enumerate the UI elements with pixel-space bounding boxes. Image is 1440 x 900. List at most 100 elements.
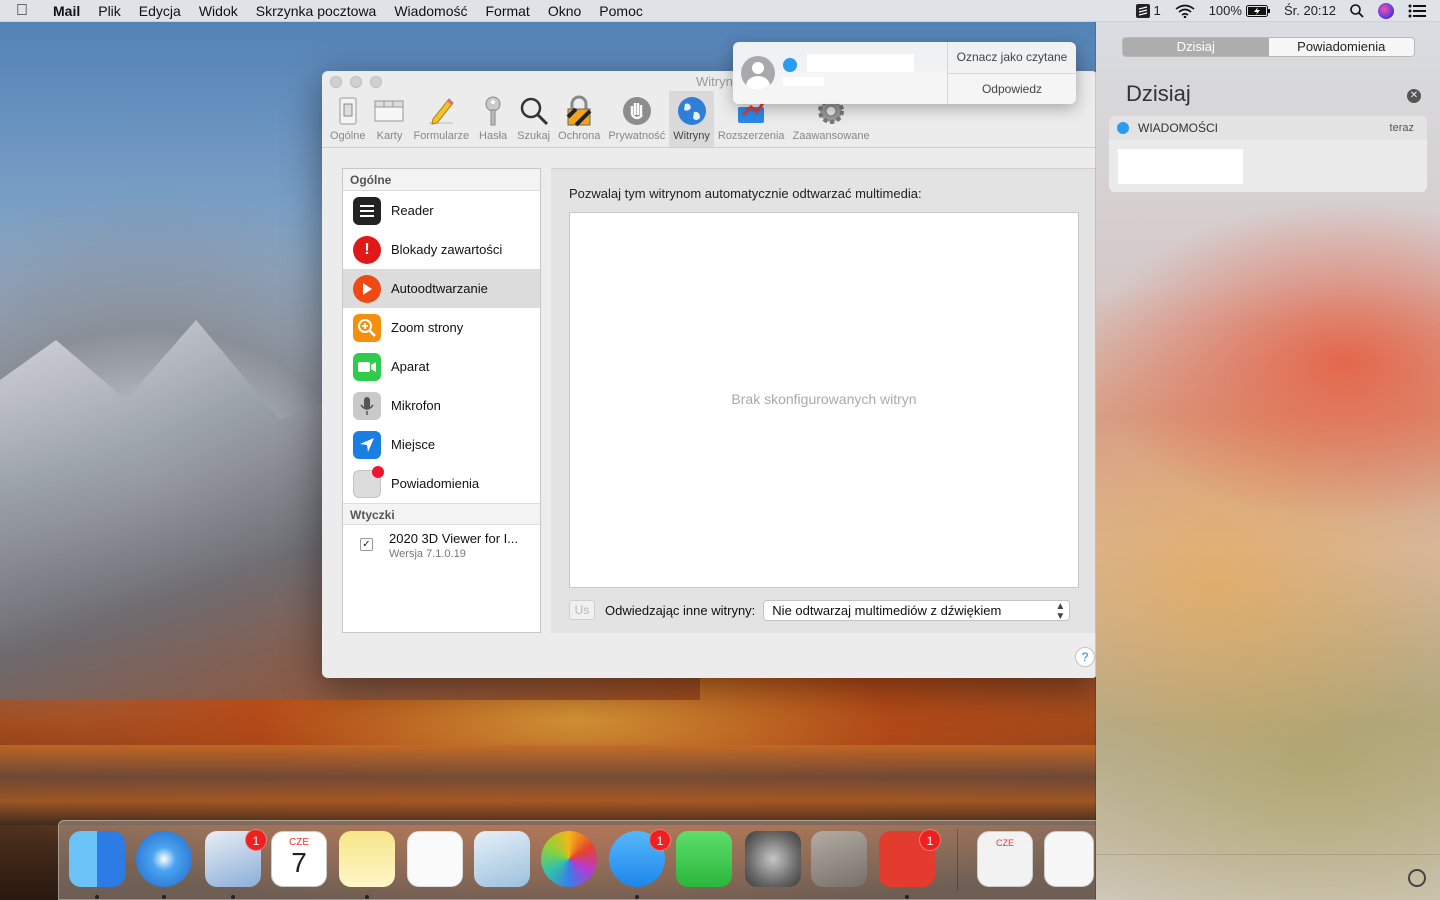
apple-menu-icon[interactable]:  <box>0 2 44 20</box>
calendar-icon[interactable]: CZE 7 <box>271 831 327 887</box>
tab-today[interactable]: Dzisiaj <box>1123 38 1269 56</box>
switch-icon <box>332 95 364 127</box>
sidebar-item-autoplay[interactable]: Autoodtwarzanie <box>343 269 540 308</box>
tab-general[interactable]: Ogólne <box>326 91 369 147</box>
menu-file[interactable]: Plik <box>89 3 130 19</box>
menu-message[interactable]: Wiadomość <box>385 3 476 19</box>
camera-icon <box>353 352 381 381</box>
settings-gear-icon[interactable] <box>1408 869 1426 887</box>
running-indicator <box>365 895 369 899</box>
contact-avatar <box>741 56 775 90</box>
zoom-window-button[interactable] <box>370 76 382 88</box>
sidebar-item-label: Mikrofon <box>391 398 441 413</box>
globe-icon <box>676 95 708 127</box>
banner-message-area[interactable] <box>733 42 947 104</box>
battery-status[interactable]: 100% <box>1209 3 1270 18</box>
system-preferences-icon[interactable] <box>745 831 801 887</box>
tab-privacy[interactable]: Prywatność <box>604 91 669 147</box>
notification-card[interactable]: WIADOMOŚCI teraz <box>1109 116 1427 192</box>
notifications-icon <box>353 465 384 498</box>
todoist-icon[interactable]: 1 <box>879 829 941 887</box>
notification-badge: 1 <box>649 829 671 851</box>
sidebar-item-reader[interactable]: Reader <box>343 191 540 230</box>
menu-window[interactable]: Okno <box>539 3 590 19</box>
configured-websites-list[interactable]: Brak skonfigurowanych witryn <box>569 212 1079 588</box>
help-button[interactable]: ? <box>1075 647 1095 667</box>
document-icon[interactable] <box>1044 831 1094 887</box>
dock-separator <box>957 829 958 891</box>
tab-tabs[interactable]: Karty <box>369 91 409 147</box>
menu-edit[interactable]: Edycja <box>130 3 190 19</box>
reply-button[interactable]: Odpowiedz <box>948 74 1076 105</box>
tab-autofill[interactable]: Formularze <box>409 91 473 147</box>
wifi-icon[interactable] <box>1175 4 1195 18</box>
divider <box>1096 854 1440 855</box>
siri-icon[interactable] <box>1378 2 1394 19</box>
menu-mailbox[interactable]: Skrzynka pocztowa <box>247 3 386 19</box>
plugin-enabled-checkbox[interactable]: ✓ <box>360 538 373 551</box>
photos-icon[interactable] <box>541 831 597 887</box>
autoplay-icon <box>353 274 381 303</box>
notification-badge: 1 <box>245 829 267 851</box>
mail-icon[interactable]: 1 <box>205 829 267 887</box>
clock[interactable]: Śr. 20:12 <box>1284 3 1336 18</box>
notification-center-icon[interactable] <box>1408 4 1426 18</box>
sidebar-item-content-blockers[interactable]: ! Blokady zawartości <box>343 230 540 269</box>
message-notification-banner[interactable]: Oznacz jako czytane Odpowiedz <box>733 42 1076 104</box>
messages-icon[interactable]: 1 <box>609 829 671 887</box>
sidebar-item-camera[interactable]: Aparat <box>343 347 540 386</box>
sidebar-item-label: Blokady zawartości <box>391 242 503 257</box>
tab-notifications[interactable]: Powiadomienia <box>1268 38 1414 56</box>
tab-search[interactable]: Szukaj <box>513 91 554 147</box>
reminders-icon[interactable] <box>407 831 463 887</box>
close-icon[interactable]: ✕ <box>1407 89 1421 103</box>
plugin-name: 2020 3D Viewer for I... <box>389 531 519 546</box>
tab-privacy-label: Prywatność <box>608 130 666 142</box>
sidebar-item-page-zoom[interactable]: Zoom strony <box>343 308 540 347</box>
running-indicator <box>95 895 99 899</box>
menu-app-name[interactable]: Mail <box>44 3 89 19</box>
preview-icon[interactable] <box>474 831 530 887</box>
tab-websites[interactable]: Witryny <box>669 91 714 147</box>
empty-list-message: Brak skonfigurowanych witryn <box>731 391 917 407</box>
other-websites-select[interactable]: Nie odtwarzaj multimediów z dźwiękiem ▲ ▼ <box>763 599 1071 621</box>
messages-app-icon <box>783 58 797 72</box>
running-indicator <box>905 895 909 899</box>
remove-button[interactable]: Us <box>569 600 595 620</box>
finder-icon[interactable] <box>69 831 125 887</box>
tab-security[interactable]: Ochrona <box>554 91 604 147</box>
menu-view[interactable]: Widok <box>190 3 247 19</box>
menu-format[interactable]: Format <box>476 3 538 19</box>
messages-app-icon <box>1117 122 1129 134</box>
todoist-status-item[interactable]: 1 <box>1136 3 1161 18</box>
close-window-button[interactable] <box>330 76 342 88</box>
menu-bar:  Mail Plik Edycja Widok Skrzynka poczto… <box>0 0 1440 22</box>
mark-as-read-button[interactable]: Oznacz jako czytane <box>948 42 1076 74</box>
sidebar-item-label: Zoom strony <box>391 320 464 335</box>
tab-passwords[interactable]: Hasła <box>473 91 513 147</box>
notification-badge: 1 <box>919 829 941 851</box>
minimize-window-button[interactable] <box>350 76 362 88</box>
safari-icon[interactable] <box>136 831 192 887</box>
magnifier-icon <box>518 95 550 127</box>
sidebar-item-microphone[interactable]: Mikrofon <box>343 386 540 425</box>
facetime-icon[interactable] <box>676 831 732 887</box>
other-websites-row: Us Odwiedzając inne witryny: Nie odtwarz… <box>569 599 1071 621</box>
tab-autofill-label: Formularze <box>413 130 470 142</box>
sidebar-item-notifications[interactable]: Powiadomienia <box>343 464 540 503</box>
tab-passwords-label: Hasła <box>479 130 508 142</box>
sidebar-plugin-item[interactable]: ✓ 2020 3D Viewer for I... Wersja 7.1.0.1… <box>343 525 540 566</box>
calendar-day: 7 <box>291 847 307 878</box>
app-box-icon[interactable] <box>811 831 867 887</box>
sidebar-item-label: Powiadomienia <box>391 476 480 491</box>
notification-app-name: WIADOMOŚCI <box>1138 121 1218 135</box>
tab-advanced-label: Zaawansowane <box>792 130 870 142</box>
status-badge-count: 1 <box>1153 3 1161 18</box>
menu-help[interactable]: Pomoc <box>590 3 652 19</box>
notes-icon[interactable] <box>339 831 395 887</box>
calendar-document-icon[interactable]: CZE <box>977 831 1033 887</box>
spotlight-search-icon[interactable] <box>1350 3 1364 18</box>
tab-tabs-label: Karty <box>376 130 403 142</box>
sidebar-item-location[interactable]: Miejsce <box>343 425 540 464</box>
running-indicator <box>635 895 639 899</box>
